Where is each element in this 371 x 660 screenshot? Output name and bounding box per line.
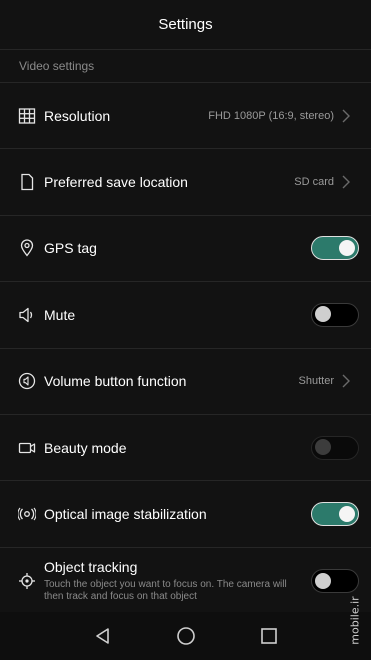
- setting-volume-button-function[interactable]: Volume button function Shutter: [0, 348, 371, 415]
- toggle-knob: [315, 439, 331, 456]
- chevron-right-icon: [342, 109, 352, 123]
- setting-label: Object tracking: [44, 559, 138, 576]
- video-camera-icon: [18, 439, 36, 457]
- chevron-right-icon: [342, 374, 352, 388]
- toggle-knob: [315, 572, 331, 589]
- volume-circle-icon: [18, 372, 36, 390]
- system-nav-bar: [0, 612, 371, 660]
- page-title: Settings: [158, 16, 213, 33]
- back-triangle-icon[interactable]: [93, 626, 113, 646]
- mute-toggle[interactable]: [311, 302, 359, 327]
- setting-label: Volume button function: [44, 373, 187, 390]
- setting-label: Resolution: [44, 107, 111, 124]
- stabilization-icon: [18, 505, 36, 523]
- settings-list: Resolution FHD 1080P (16:9, stereo) Pref…: [0, 83, 371, 616]
- section-label: Video settings: [19, 59, 95, 73]
- setting-description: Touch the object you want to focus on. T…: [44, 579, 287, 603]
- setting-value: FHD 1080P (16:9, stereo): [208, 109, 334, 122]
- setting-optical-image-stabilization[interactable]: Optical image stabilization: [0, 481, 371, 548]
- setting-label: Optical image stabilization: [44, 506, 207, 523]
- gps-tag-toggle[interactable]: [311, 236, 359, 261]
- setting-gps-tag[interactable]: GPS tag: [0, 215, 371, 283]
- setting-object-tracking[interactable]: Object tracking Touch the object you wan…: [0, 547, 371, 616]
- setting-value: Shutter: [298, 375, 334, 388]
- speaker-icon: [18, 306, 36, 324]
- toggle-knob: [339, 239, 355, 256]
- stabilization-toggle[interactable]: [311, 502, 359, 527]
- setting-resolution[interactable]: Resolution FHD 1080P (16:9, stereo): [0, 83, 371, 150]
- toggle-knob: [315, 306, 331, 323]
- setting-label: Beauty mode: [44, 439, 127, 456]
- grid-icon: [18, 107, 36, 125]
- home-circle-icon[interactable]: [176, 626, 196, 646]
- setting-label: Mute: [44, 306, 76, 323]
- file-icon: [18, 173, 36, 191]
- recents-square-icon[interactable]: [259, 626, 279, 646]
- setting-label: Preferred save location: [44, 174, 188, 191]
- app-header: Settings: [0, 0, 371, 50]
- setting-mute[interactable]: Mute: [0, 282, 371, 349]
- setting-beauty-mode[interactable]: Beauty mode: [0, 414, 371, 482]
- setting-value: SD card: [294, 176, 334, 189]
- toggle-knob: [339, 505, 355, 522]
- section-header-video-settings: Video settings: [0, 50, 371, 83]
- watermark: mobile.ir: [345, 585, 365, 655]
- setting-preferred-save-location[interactable]: Preferred save location SD card: [0, 149, 371, 216]
- location-pin-icon: [18, 239, 36, 258]
- beauty-mode-toggle[interactable]: [311, 435, 359, 460]
- watermark-text: mobile.ir: [348, 595, 362, 645]
- setting-label: GPS tag: [44, 240, 97, 257]
- crosshair-icon: [18, 572, 36, 590]
- chevron-right-icon: [342, 175, 352, 189]
- setting-text-block: Object tracking Touch the object you wan…: [44, 559, 311, 603]
